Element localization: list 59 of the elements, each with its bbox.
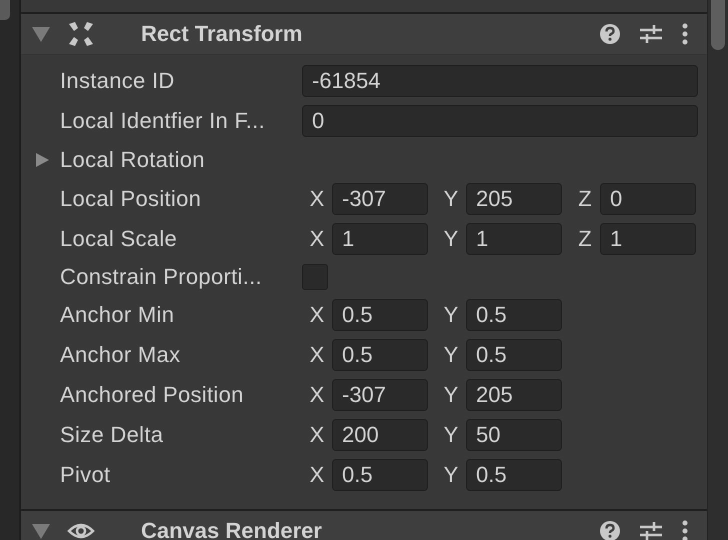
- more-icon[interactable]: [682, 520, 688, 540]
- number-field[interactable]: 0.5: [332, 299, 428, 331]
- axis-label: X: [308, 422, 326, 448]
- number-field[interactable]: -307: [332, 183, 428, 215]
- axis-label: Z: [577, 186, 593, 212]
- number-field[interactable]: 0.5: [332, 339, 428, 371]
- field-label: Constrain Proporti...: [60, 264, 263, 290]
- axis-label: X: [308, 462, 326, 488]
- axis-label: X: [308, 186, 326, 212]
- more-icon[interactable]: [682, 23, 688, 45]
- expand-triangle-icon[interactable]: [31, 24, 51, 44]
- axis-label: X: [308, 302, 326, 328]
- axis-label: Y: [442, 186, 460, 212]
- axis-label: Y: [442, 342, 460, 368]
- number-field[interactable]: 1: [600, 223, 696, 255]
- field-label: Anchor Max: [60, 342, 182, 368]
- expand-triangle-icon[interactable]: [31, 521, 51, 540]
- axis-label: X: [308, 382, 326, 408]
- field-label: Anchor Min: [60, 302, 176, 328]
- number-field[interactable]: 205: [466, 379, 562, 411]
- component-title: Canvas Renderer: [141, 518, 322, 540]
- number-field[interactable]: 1: [466, 223, 562, 255]
- axis-label: X: [308, 342, 326, 368]
- axis-label: Y: [442, 226, 460, 252]
- number-field[interactable]: 0.5: [332, 459, 428, 491]
- number-field[interactable]: 205: [466, 183, 562, 215]
- field-label: Local Position: [60, 186, 202, 212]
- field-label: Pivot: [60, 462, 112, 488]
- field-label: Instance ID: [60, 68, 176, 94]
- expand-triangle-icon[interactable]: [34, 152, 50, 168]
- number-field[interactable]: 0.5: [466, 459, 562, 491]
- checkbox[interactable]: [302, 264, 328, 290]
- number-field[interactable]: 50: [466, 419, 562, 451]
- number-field[interactable]: 1: [332, 223, 428, 255]
- axis-label: Z: [577, 226, 593, 252]
- number-field[interactable]: 200: [332, 419, 428, 451]
- number-field[interactable]: -307: [332, 379, 428, 411]
- input-field[interactable]: -61854: [302, 65, 698, 97]
- scrollbar-thumb[interactable]: [0, 0, 10, 20]
- field-label: Local Scale: [60, 226, 178, 252]
- axis-label: Y: [442, 462, 460, 488]
- number-field[interactable]: 0.5: [466, 299, 562, 331]
- field-label: Anchored Position: [60, 382, 245, 408]
- scrollbar-thumb[interactable]: [711, 0, 725, 50]
- settings-icon[interactable]: [640, 520, 662, 540]
- axis-label: Y: [442, 382, 460, 408]
- axis-label: Y: [442, 422, 460, 448]
- field-label: Size Delta: [60, 422, 164, 448]
- axis-label: Y: [442, 302, 460, 328]
- axis-label: X: [308, 226, 326, 252]
- field-label: Local Identfier In F...: [60, 108, 266, 134]
- number-field[interactable]: 0: [600, 183, 696, 215]
- settings-icon[interactable]: [640, 23, 662, 45]
- input-field[interactable]: 0: [302, 105, 698, 137]
- field-label: Local Rotation: [60, 147, 205, 173]
- help-icon[interactable]: [600, 24, 620, 44]
- number-field[interactable]: 0.5: [466, 339, 562, 371]
- component-title: Rect Transform: [141, 21, 302, 47]
- help-icon[interactable]: [600, 521, 620, 540]
